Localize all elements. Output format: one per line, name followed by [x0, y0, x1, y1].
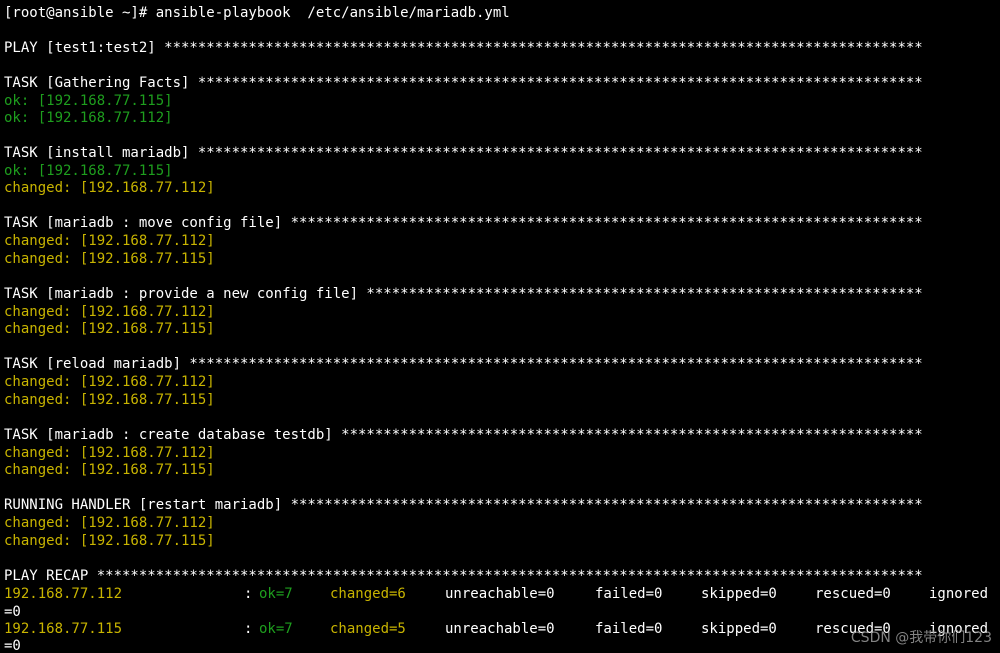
task-result: changed: [192.168.77.112]: [4, 445, 215, 461]
recap-changed: changed=6: [330, 586, 406, 602]
task-result: changed: [192.168.77.112]: [4, 304, 215, 320]
task-result: ok: [192.168.77.115]: [4, 163, 173, 179]
task-result: changed: [192.168.77.112]: [4, 374, 215, 390]
recap-skipped: skipped=0: [701, 586, 777, 602]
task-result: ok: [192.168.77.112]: [4, 110, 173, 126]
recap-changed: changed=5: [330, 621, 406, 637]
recap-failed: failed=0: [595, 621, 663, 637]
task-result: changed: [192.168.77.112]: [4, 180, 215, 196]
recap-separator: :: [244, 621, 253, 637]
task-result: changed: [192.168.77.115]: [4, 533, 215, 549]
terminal-window[interactable]: [root@ansible ~]# ansible-playbook /etc/…: [0, 0, 1000, 653]
task-header: TASK [Gathering Facts] *****************…: [4, 75, 923, 91]
recap-host: 192.168.77.112: [4, 586, 123, 602]
task-result: changed: [192.168.77.115]: [4, 392, 215, 408]
task-result: changed: [192.168.77.115]: [4, 462, 215, 478]
task-result: changed: [192.168.77.115]: [4, 251, 215, 267]
recap-host: 192.168.77.115: [4, 621, 123, 637]
recap-rescued: rescued=0: [815, 586, 891, 602]
task-header: TASK [mariadb : move config file] ******…: [4, 215, 923, 231]
recap-header: PLAY RECAP *****************************…: [4, 568, 923, 584]
task-result: changed: [192.168.77.112]: [4, 233, 215, 249]
recap-ok: ok=7: [259, 621, 293, 637]
recap-unreachable: unreachable=0: [445, 621, 555, 637]
task-header: TASK [install mariadb] *****************…: [4, 145, 923, 161]
recap-wrap: =0: [4, 638, 21, 653]
recap-failed: failed=0: [595, 586, 663, 602]
recap-separator: :: [244, 586, 253, 602]
recap-ignored: ignored: [929, 586, 989, 602]
recap-skipped: skipped=0: [701, 621, 777, 637]
task-result: ok: [192.168.77.115]: [4, 93, 173, 109]
recap-unreachable: unreachable=0: [445, 586, 555, 602]
task-result: changed: [192.168.77.115]: [4, 321, 215, 337]
task-header: TASK [mariadb : provide a new config fil…: [4, 286, 923, 302]
task-header: TASK [reload mariadb] ******************…: [4, 356, 923, 372]
handler-header: RUNNING HANDLER [restart mariadb] ******…: [4, 497, 923, 513]
recap-ok: ok=7: [259, 586, 293, 602]
command-prompt: [root@ansible ~]# ansible-playbook /etc/…: [4, 5, 510, 21]
play-header: PLAY [test1:test2] *********************…: [4, 40, 923, 56]
task-result: changed: [192.168.77.112]: [4, 515, 215, 531]
recap-wrap: =0: [4, 604, 21, 620]
task-header: TASK [mariadb : create database testdb] …: [4, 427, 923, 443]
csdn-watermark: CSDN @我带你们123: [850, 630, 992, 646]
